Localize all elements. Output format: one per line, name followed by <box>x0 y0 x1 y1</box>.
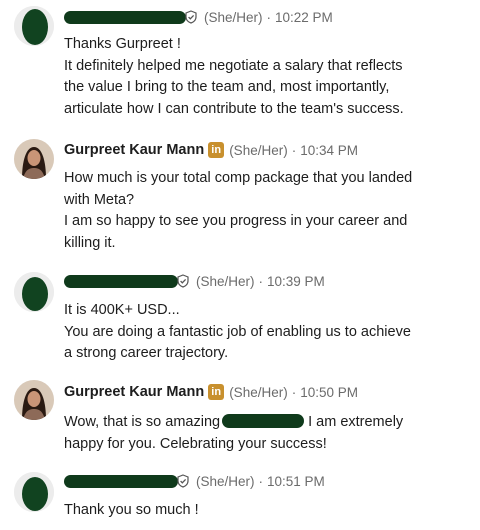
message-body: It is 400K+ USD... You are doing a fanta… <box>64 300 474 365</box>
message-line: articulate how I can contribute to the t… <box>64 100 404 117</box>
message-body: How much is your total comp package that… <box>64 168 474 254</box>
sender-pronouns: (She/Her) <box>196 273 255 289</box>
sender-pronouns: (She/Her) <box>229 142 288 158</box>
message-line: It is 400K+ USD... <box>64 302 180 318</box>
sender-pronouns: (She/Her) <box>204 9 263 25</box>
message-line: happy for you. Celebrating your success! <box>64 435 327 452</box>
avatar-image <box>14 272 54 312</box>
redacted-name-inline <box>222 414 305 428</box>
separator-dot: · <box>291 384 297 400</box>
redacted-sender-name <box>64 274 178 288</box>
message-time: 10:39 PM <box>267 273 325 289</box>
message-header: (She/Her) · 10:51 PM <box>64 470 325 492</box>
message-header: (She/Her) · 10:39 PM <box>64 270 325 292</box>
sender-name[interactable]: Gurpreet Kaur Mann <box>64 142 204 158</box>
avatar-image <box>14 380 54 420</box>
message-time: 10:50 PM <box>300 384 358 400</box>
message-header: Gurpreet Kaur Mann in (She/Her) · 10:34 … <box>64 139 358 161</box>
avatar[interactable] <box>14 380 54 420</box>
message-text: I am extremely <box>308 414 404 430</box>
separator-dot: · <box>291 142 297 158</box>
redacted-sender-name <box>64 474 178 488</box>
verified-badge-icon <box>177 474 189 488</box>
message-line: with Meta? <box>64 191 135 208</box>
message-line: a strong career trajectory. <box>64 345 229 361</box>
message-time: 10:51 PM <box>267 473 325 489</box>
message-line: I am so happy to see you progress in you… <box>64 213 408 229</box>
message-line: Thanks Gurpreet ! <box>64 36 181 52</box>
avatar-image <box>14 472 54 512</box>
message-text: Wow, that is so amazing <box>64 414 221 430</box>
message-line: You are doing a fantastic job of enablin… <box>64 323 411 340</box>
message-body: Thank you so much ! <box>64 500 474 522</box>
linkedin-icon: in <box>208 142 225 158</box>
separator-dot: · <box>258 273 264 289</box>
message-line: It definitely helped me negotiate a sala… <box>64 57 403 74</box>
separator-dot: · <box>258 473 264 489</box>
sender-pronouns: (She/Her) <box>196 473 255 489</box>
message-line: the value I bring to the team and, most … <box>64 79 390 95</box>
message-time: 10:22 PM <box>275 9 333 25</box>
message-header: Gurpreet Kaur Mann in (She/Her) · 10:50 … <box>64 381 358 403</box>
message-line: Thank you so much ! <box>64 502 199 518</box>
linkedin-icon: in <box>208 384 225 400</box>
sender-pronouns: (She/Her) <box>229 384 288 400</box>
verified-badge-icon <box>185 10 197 24</box>
separator-dot: · <box>266 9 272 25</box>
avatar[interactable] <box>14 472 54 512</box>
avatar-image <box>14 139 54 179</box>
message-body: Wow, that is so amazing I am extremely ha… <box>64 412 474 455</box>
redacted-sender-name <box>64 10 186 24</box>
avatar-image <box>14 6 54 46</box>
avatar[interactable] <box>14 139 54 179</box>
verified-badge-icon <box>177 274 189 288</box>
avatar[interactable] <box>14 6 54 46</box>
sender-name[interactable]: Gurpreet Kaur Mann <box>64 384 204 400</box>
message-time: 10:34 PM <box>300 142 358 158</box>
message-line: killing it. <box>64 234 116 251</box>
message-body: Thanks Gurpreet ! It definitely helped m… <box>64 34 474 120</box>
message-line: How much is your total comp package that… <box>64 170 413 186</box>
message-thread: (She/Her) · 10:22 PM Thanks Gurpreet ! I… <box>0 0 480 530</box>
message-line: Wow, that is so amazing I am extremely <box>64 412 474 434</box>
avatar[interactable] <box>14 272 54 312</box>
message-header: (She/Her) · 10:22 PM <box>64 6 333 28</box>
